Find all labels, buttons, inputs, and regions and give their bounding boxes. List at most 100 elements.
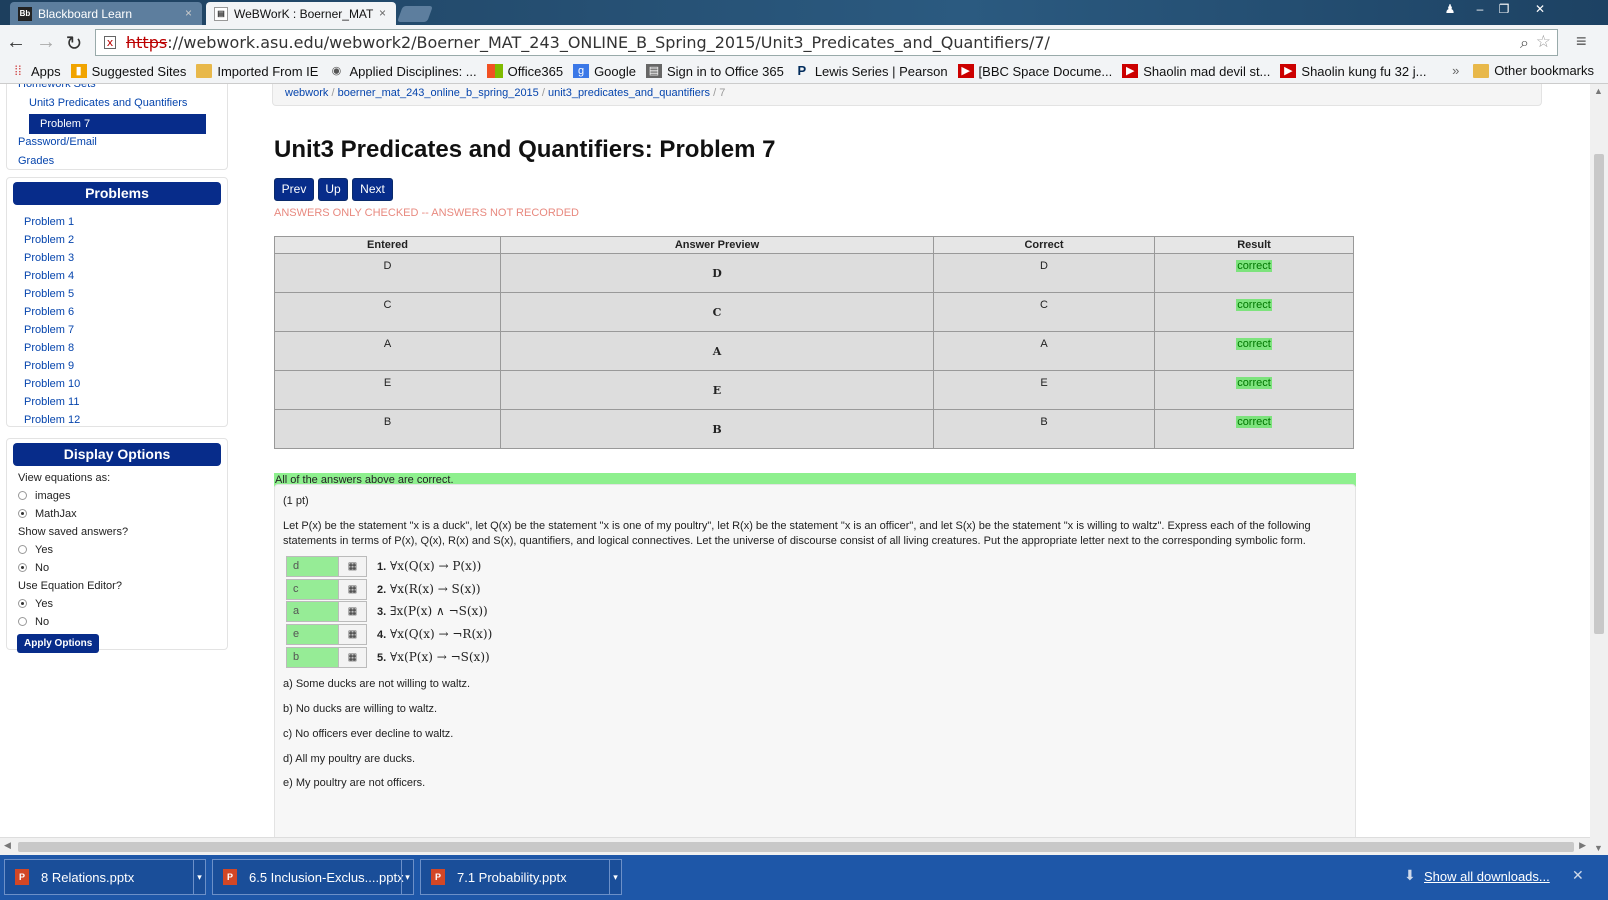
radio-editor-no[interactable]: No bbox=[7, 614, 227, 631]
radio-images[interactable]: images bbox=[7, 488, 227, 505]
menu-icon[interactable]: ≡ bbox=[1576, 31, 1596, 52]
star-icon[interactable]: ☆ bbox=[1536, 32, 1551, 52]
sidebar-set-link[interactable]: Unit3 Predicates and Quantifiers bbox=[29, 94, 187, 113]
radio-button[interactable] bbox=[18, 616, 27, 626]
sidebar-problem-9[interactable]: Problem 9 bbox=[7, 357, 227, 375]
tab-blackboard[interactable]: Bb Blackboard Learn × bbox=[10, 2, 202, 25]
answer-input-2[interactable] bbox=[286, 578, 339, 600]
download-item[interactable]: P 8 Relations.pptx ▾ bbox=[4, 859, 206, 895]
answer-input-3[interactable] bbox=[286, 600, 339, 622]
correct-badge: correct bbox=[1236, 416, 1272, 428]
bookmark-bbc-space[interactable]: ▶ [BBC Space Docume... bbox=[957, 64, 1112, 79]
answer-input-1[interactable] bbox=[286, 555, 339, 577]
horizontal-scroll-thumb[interactable] bbox=[18, 842, 1574, 852]
bookmark-imported-from-ie[interactable]: Imported From IE bbox=[196, 64, 318, 79]
close-window-icon[interactable]: ✕ bbox=[1520, 2, 1560, 18]
sidebar-current-problem[interactable]: Problem 7 bbox=[29, 114, 206, 134]
sidebar-problem-12[interactable]: Problem 12 bbox=[7, 411, 227, 429]
sidebar-problem-4[interactable]: Problem 4 bbox=[7, 267, 227, 285]
radio-show-saved-no[interactable]: No bbox=[7, 560, 227, 577]
search-icon[interactable]: ⌕ bbox=[1520, 33, 1529, 53]
insecure-lock-icon[interactable]: x bbox=[104, 36, 116, 49]
reload-icon[interactable]: ↻ bbox=[62, 31, 86, 56]
bookmark-suggested-sites[interactable]: ▮ Suggested Sites bbox=[70, 64, 186, 79]
bookmark-google[interactable]: g Google bbox=[573, 64, 636, 79]
bookmark-applied-disciplines[interactable]: ◉ Applied Disciplines: ... bbox=[328, 64, 477, 79]
radio-button[interactable] bbox=[18, 544, 27, 554]
bookmark-shaolin-kung-fu[interactable]: ▶ Shaolin kung fu 32 j... bbox=[1280, 64, 1426, 79]
equation-editor-icon[interactable]: ▦ bbox=[339, 646, 367, 668]
result-cell: correct bbox=[1154, 409, 1354, 449]
scroll-down-icon[interactable]: ▼ bbox=[1594, 843, 1603, 853]
vertical-scrollbar[interactable]: ▲ ▼ bbox=[1590, 84, 1608, 855]
breadcrumb-course[interactable]: boerner_mat_243_online_b_spring_2015 bbox=[338, 87, 539, 99]
radio-button[interactable] bbox=[18, 508, 27, 518]
sidebar-problem-3[interactable]: Problem 3 bbox=[7, 249, 227, 267]
radio-button[interactable] bbox=[18, 598, 27, 608]
equation-editor-icon[interactable]: ▦ bbox=[339, 555, 367, 577]
choice-c: c) No officers ever decline to waltz. bbox=[283, 728, 454, 740]
next-button[interactable]: Next bbox=[352, 178, 393, 201]
chevron-down-icon[interactable]: ▾ bbox=[609, 860, 621, 894]
scroll-right-icon[interactable]: ▶ bbox=[1579, 840, 1586, 851]
close-tab-icon[interactable]: × bbox=[185, 6, 192, 20]
radio-editor-yes[interactable]: Yes bbox=[7, 596, 227, 613]
view-equations-label: View equations as: bbox=[18, 472, 111, 484]
radio-show-saved-yes[interactable]: Yes bbox=[7, 542, 227, 559]
download-item[interactable]: P 6.5 Inclusion-Exclus....pptx ▾ bbox=[212, 859, 414, 895]
table-row: B B B correct bbox=[274, 409, 1354, 449]
bookmark-overflow[interactable]: » bbox=[1452, 63, 1459, 78]
sidebar-problem-2[interactable]: Problem 2 bbox=[7, 231, 227, 249]
up-button[interactable]: Up bbox=[318, 178, 348, 201]
sidebar-problem-5[interactable]: Problem 5 bbox=[7, 285, 227, 303]
sidebar-problem-7[interactable]: Problem 7 bbox=[7, 321, 227, 339]
equation-editor-icon[interactable]: ▦ bbox=[339, 623, 367, 645]
tab-webwork[interactable]: ▤ WeBWorK : Boerner_MAT × bbox=[206, 2, 396, 25]
powerpoint-icon: P bbox=[15, 869, 29, 885]
prev-button[interactable]: Prev bbox=[274, 178, 314, 201]
equation-editor-icon[interactable]: ▦ bbox=[339, 578, 367, 600]
show-all-downloads-link[interactable]: Show all downloads... bbox=[1424, 869, 1550, 884]
bookmark-apps[interactable]: ⁞⁞ Apps bbox=[10, 64, 60, 79]
entered-cell: D bbox=[274, 253, 501, 293]
answer-input-4[interactable] bbox=[286, 623, 339, 645]
chevron-down-icon[interactable]: ▾ bbox=[401, 860, 413, 894]
close-tab-icon[interactable]: × bbox=[379, 6, 386, 20]
restore-icon[interactable]: ❐ bbox=[1490, 2, 1518, 18]
correct-cell: B bbox=[933, 409, 1155, 449]
sidebar-grades[interactable]: Grades bbox=[18, 152, 54, 171]
user-icon[interactable]: ♟ bbox=[1436, 2, 1464, 18]
address-bar[interactable]: x https://webwork.asu.edu/webwork2/Boern… bbox=[95, 29, 1558, 56]
preview-cell: A bbox=[500, 331, 934, 371]
apply-options-button[interactable]: Apply Options bbox=[17, 634, 100, 653]
download-item[interactable]: P 7.1 Probability.pptx ▾ bbox=[420, 859, 622, 895]
forward-icon[interactable]: → bbox=[34, 31, 58, 54]
horizontal-scrollbar[interactable]: ◀ ▶ bbox=[0, 837, 1590, 855]
sidebar-problem-10[interactable]: Problem 10 bbox=[7, 375, 227, 393]
vertical-scroll-thumb[interactable] bbox=[1594, 154, 1604, 634]
scroll-up-icon[interactable]: ▲ bbox=[1594, 86, 1603, 96]
bookmark-other[interactable]: » Other bookmarks bbox=[1452, 63, 1594, 78]
breadcrumb-set[interactable]: unit3_predicates_and_quantifiers bbox=[548, 87, 710, 99]
sidebar-password-email[interactable]: Password/Email bbox=[18, 133, 97, 152]
back-icon[interactable]: ← bbox=[4, 31, 28, 54]
radio-mathjax[interactable]: MathJax bbox=[7, 506, 227, 523]
radio-button[interactable] bbox=[18, 490, 27, 500]
sidebar-problem-6[interactable]: Problem 6 bbox=[7, 303, 227, 321]
radio-button[interactable] bbox=[18, 562, 27, 572]
sidebar-homework-sets[interactable]: Homework Sets bbox=[18, 84, 96, 94]
sidebar-problem-8[interactable]: Problem 8 bbox=[7, 339, 227, 357]
scroll-left-icon[interactable]: ◀ bbox=[4, 840, 11, 851]
close-icon[interactable]: ✕ bbox=[1572, 867, 1584, 884]
sidebar-problem-1[interactable]: Problem 1 bbox=[7, 213, 227, 231]
bookmark-office365-signin[interactable]: ▤ Sign in to Office 365 bbox=[645, 64, 784, 79]
bookmark-pearson[interactable]: P Lewis Series | Pearson bbox=[794, 64, 947, 79]
answer-input-5[interactable] bbox=[286, 646, 339, 668]
bookmark-shaolin-mad-devil[interactable]: ▶ Shaolin mad devil st... bbox=[1122, 64, 1270, 79]
new-tab-button[interactable] bbox=[397, 6, 433, 22]
chevron-down-icon[interactable]: ▾ bbox=[193, 860, 205, 894]
sidebar-problem-11[interactable]: Problem 11 bbox=[7, 393, 227, 411]
breadcrumb-webwork[interactable]: webwork bbox=[285, 87, 328, 99]
bookmark-office365[interactable]: Office365 bbox=[486, 64, 563, 79]
equation-editor-icon[interactable]: ▦ bbox=[339, 600, 367, 622]
